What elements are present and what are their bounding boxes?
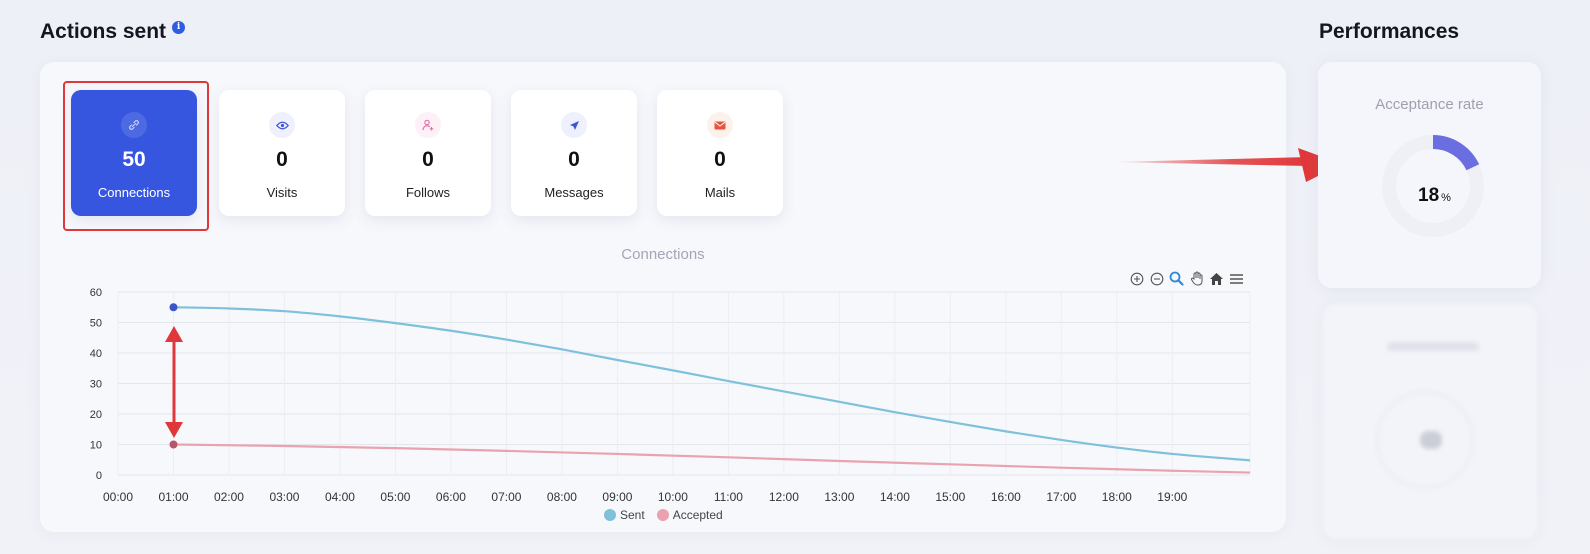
series-line-accepted: [173, 443, 1251, 474]
y-tick-label: 0: [96, 470, 102, 482]
x-tick-label: 06:00: [436, 490, 466, 504]
x-tick-label: 11:00: [714, 490, 743, 504]
stat-value: 0: [714, 148, 726, 171]
y-tick-label: 60: [90, 287, 102, 299]
stat-label: Mails: [704, 185, 736, 200]
stat-visits[interactable]: 0 Visits: [219, 90, 345, 216]
x-tick-label: 15:00: [935, 490, 965, 504]
stat-messages[interactable]: 0 Messages: [511, 90, 637, 216]
section-title-text: Actions sent: [40, 20, 167, 43]
donut-value-arc: [1432, 135, 1480, 171]
acceptance-rate-card: Acceptance rate 18%: [1318, 62, 1541, 288]
stat-label: Visits: [266, 185, 298, 200]
x-tick-label: 19:00: [1157, 490, 1187, 504]
acceptance-rate-unit: %: [1441, 192, 1451, 204]
connections-chart: 0 10 20 30 40 50 60 00:00 01:00 02:00 03:00 04:00 05…: [90, 287, 1251, 504]
stat-label: Messages: [544, 185, 604, 200]
stat-label: Follows: [405, 185, 451, 200]
performances-title: Performances: [1319, 20, 1460, 43]
info-icon[interactable]: i: [172, 20, 186, 34]
send-icon: [561, 112, 587, 138]
chart-legend: Sent Accepted: [604, 508, 723, 522]
x-tick-label: 09:00: [602, 490, 632, 504]
legend-dot: [656, 509, 669, 521]
x-tick-label: 08:00: [547, 490, 577, 504]
x-tick-label: 01:00: [158, 490, 188, 504]
x-tick-label: 02:00: [214, 490, 244, 504]
y-tick-label: 40: [90, 348, 102, 360]
acceptance-rate-value: 18%: [1418, 185, 1451, 207]
mail-icon: [707, 112, 733, 138]
stat-follows[interactable]: 0 Follows: [365, 90, 491, 216]
chart-title: Connections: [621, 246, 705, 263]
highlight-box: [63, 81, 209, 231]
stat-mails[interactable]: 0 Mails: [657, 90, 783, 216]
x-tick-label: 18:00: [1102, 490, 1132, 504]
x-tick-label: 04:00: [325, 490, 355, 504]
x-tick-label: 07:00: [491, 490, 521, 504]
eye-icon: [269, 112, 295, 138]
stat-value: 0: [568, 148, 580, 171]
x-tick-label: 10:00: [658, 490, 688, 504]
acceptance-rate-number: 18: [1418, 185, 1440, 206]
x-tick-label: 17:00: [1046, 490, 1076, 504]
x-tick-label: 00:00: [103, 490, 133, 504]
legend-item-sent[interactable]: Sent: [604, 508, 645, 522]
x-tick-label: 12:00: [769, 490, 799, 504]
x-tick-label: 03:00: [269, 490, 299, 504]
x-tick-label: 05:00: [380, 490, 410, 504]
blurred-title: [1387, 342, 1479, 351]
x-tick-label: 14:00: [880, 490, 910, 504]
y-tick-label: 20: [90, 409, 102, 421]
sent-start-point[interactable]: [169, 303, 178, 312]
x-tick-label: 16:00: [991, 490, 1021, 504]
annotation-arrow-right: [1112, 148, 1342, 182]
legend-item-accepted[interactable]: Accepted: [656, 508, 723, 522]
annotation-arrow-vertical: [165, 326, 183, 438]
legend-label: Accepted: [672, 508, 723, 522]
y-tick-label: 30: [90, 379, 102, 391]
x-tick-label: 13:00: [824, 490, 854, 504]
user-plus-icon: [415, 112, 441, 138]
second-performance-card: [1323, 304, 1537, 539]
stat-value: 0: [276, 148, 288, 171]
y-tick-label: 10: [90, 440, 102, 452]
acceptance-rate-title: Acceptance rate: [1375, 96, 1484, 113]
legend-label: Sent: [620, 508, 645, 522]
stat-value: 0: [422, 148, 434, 171]
section-title: Actions sent i: [40, 20, 186, 44]
legend-dot: [604, 509, 616, 521]
accepted-start-point[interactable]: [169, 440, 178, 449]
blurred-value: [1420, 431, 1442, 449]
y-tick-label: 50: [90, 318, 102, 330]
